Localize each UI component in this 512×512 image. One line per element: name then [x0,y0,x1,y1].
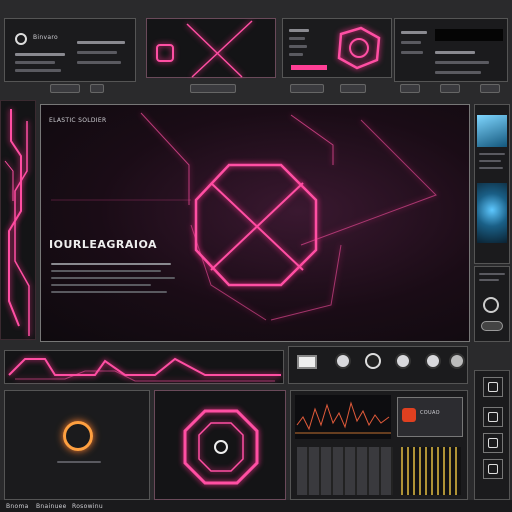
bottom-left-panel [4,390,150,500]
footer-item[interactable]: Bnainuee [36,503,67,510]
toolbar-button[interactable] [400,84,420,93]
close-icon[interactable] [483,407,503,427]
list-line [401,31,427,34]
top-left-label: Binvaro [33,34,58,41]
list-line [289,53,303,56]
face-icon[interactable] [483,459,503,479]
list-line [289,45,307,48]
top-list-panel [282,18,392,78]
main-title: IOURLEAGRAIOA [49,238,158,251]
text-line [15,53,65,56]
text-line [77,41,125,44]
device-chip[interactable]: COUAO [397,397,463,437]
list-line [435,51,475,54]
list-line [479,167,503,169]
record-button[interactable] [365,353,381,369]
main-display-panel: ELASTIC SOLDIER IOURLEAGRAIOA [40,104,470,342]
gear-icon[interactable] [335,353,351,369]
right-icon-column [474,370,510,500]
body-text-line [51,270,161,272]
list-line [435,71,481,74]
toggle-icon[interactable] [481,321,503,331]
glow-ring-icon[interactable] [63,421,93,451]
neon-waveform-graphic [8,357,281,382]
controls-row-panel [288,346,468,384]
left-circuit-panel [0,100,36,340]
list-line [479,153,505,155]
toolbar-button[interactable] [90,84,104,93]
accent-strip [291,65,327,70]
list-line [479,279,499,281]
toolbar-button[interactable] [50,84,80,93]
list-line [289,29,309,32]
toolbar-button[interactable] [290,84,324,93]
neon-hex-graphic [337,26,381,70]
chip-label: COUAO [420,410,440,416]
text-line [77,51,117,54]
text-line [15,61,55,64]
grid-icon[interactable] [483,433,503,453]
key-grid[interactable] [297,447,393,495]
footer-bar: Bnoma Bnainuee Rosowinu [0,500,512,512]
text-line [57,461,101,463]
list-line [401,41,421,44]
waveform-chart-graphic [295,395,391,439]
bottom-emblem-panel [154,390,286,500]
top-right-panel [394,18,508,82]
body-text-line [51,284,151,286]
blue-emblem-icon[interactable] [477,183,507,243]
app-logo-icon[interactable] [15,33,27,45]
bottom-analytics-panel: COUAO [290,390,468,500]
top-preview-panel [146,18,276,78]
top-left-panel: Binvaro [4,18,136,82]
list-line [289,37,305,40]
list-line [435,61,489,64]
footer-item[interactable]: Rosowinu [72,503,103,510]
octagon-emblem-graphic [183,409,259,485]
clock-icon[interactable] [425,353,441,369]
right-controls-panel [474,266,510,342]
settings-icon[interactable] [483,297,499,313]
main-neon-emblem [51,112,437,321]
toolbar-button[interactable] [480,84,500,93]
body-text-line [51,291,167,293]
face-icon[interactable] [449,353,465,369]
level-meters [401,447,461,495]
text-line [77,61,121,64]
emoji-icon[interactable] [395,353,411,369]
circuit-lines-graphic [4,109,30,336]
list-line [479,273,505,275]
footer-item[interactable]: Bnoma [6,503,29,510]
list-line [401,51,423,54]
top-right-black-strip [435,29,503,41]
text-line [15,69,61,72]
list-line [479,160,501,162]
display-icon[interactable] [297,355,317,369]
toolbar-button[interactable] [440,84,460,93]
toolbar-button[interactable] [190,84,236,93]
blue-thumbnail[interactable] [477,115,507,147]
neon-cross-graphic [156,20,253,78]
right-blue-panel [474,104,510,264]
toolbar-button[interactable] [340,84,366,93]
add-icon[interactable] [483,377,503,397]
body-text-line [51,263,171,265]
waveform-strip [4,350,284,384]
body-text-line [51,277,175,279]
alert-icon[interactable] [402,408,416,422]
